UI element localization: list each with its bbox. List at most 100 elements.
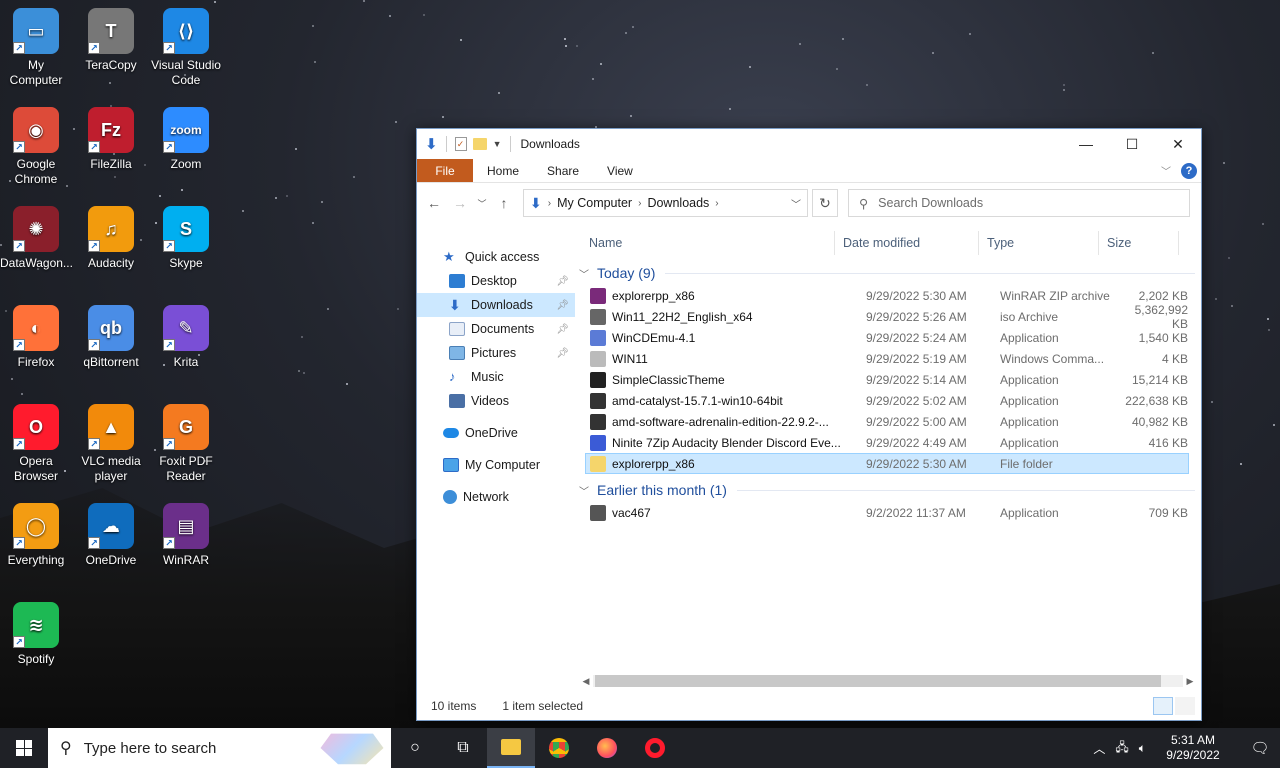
file-date: 9/29/2022 5:19 AM [866,351,967,366]
system-tray: ︿ 🖧︎ 🔈︎ 5:31 AM 9/29/2022 🗨︎ [1093,733,1280,763]
nav-videos[interactable]: Videos [417,389,575,413]
desktop-icon-onedrive[interactable]: ☁ ↗ OneDrive [75,503,147,568]
desktop-icon-everything[interactable]: ◯ ↗ Everything [0,503,72,568]
start-button[interactable] [0,728,48,768]
scroll-right-icon[interactable]: ▶ [1183,676,1197,687]
desktop-icon-chrome[interactable]: ◉ ↗ Google Chrome [0,107,72,187]
large-icons-view-icon[interactable] [1175,697,1195,715]
file-row[interactable]: explorerpp_x86 9/29/2022 5:30 AM WinRAR ZI… [585,285,1189,306]
properties-icon[interactable]: ✓ [454,137,467,151]
details-view-icon[interactable] [1153,697,1173,715]
search-input[interactable] [878,196,1159,210]
desktop-icon-foxit[interactable]: G ↗ Foxit PDF Reader [150,404,222,484]
forward-button[interactable]: → [449,195,471,211]
network-status-icon[interactable]: 🖧︎ [1115,738,1128,759]
desktop-icon-firefox[interactable]: ◐ ↗ Firefox [0,305,72,370]
cortana-icon[interactable]: ○ [391,728,439,768]
column-type[interactable]: Type [979,231,1099,255]
taskbar-search-box[interactable]: ⚲ Type here to search [48,728,391,768]
nav-network[interactable]: Network [417,485,575,509]
desktop-icon-opera[interactable]: O ↗ Opera Browser [0,404,72,484]
minimize-button[interactable]: — [1063,129,1109,159]
taskbar-opera-icon[interactable] [631,728,679,768]
file-row[interactable]: Ninite 7Zip Audacity Blender Discord Eve… [585,432,1189,453]
tab-view[interactable]: View [593,159,647,182]
file-row[interactable]: explorerpp_x86 9/29/2022 5:30 AM File fold… [585,453,1189,474]
taskbar-chrome-icon[interactable] [535,728,583,768]
notification-icon[interactable]: 🗨︎ [1240,739,1280,757]
file-row[interactable]: SimpleClassicTheme 9/29/2022 5:14 AM Appli… [585,369,1189,390]
maximize-button[interactable]: ☐ [1109,129,1155,159]
group-header-today[interactable]: ﹀ Today (9) [575,261,1201,285]
volume-icon[interactable]: 🔈︎ [1139,741,1146,756]
column-size[interactable]: Size [1099,231,1179,255]
nav-quick-access[interactable]: ★ Quick access [417,245,575,269]
refresh-button[interactable]: ↻ [812,189,838,217]
horizontal-scrollbar[interactable]: ◀ ▶ [579,674,1197,688]
desktop-icon-krita[interactable]: ✎ ↗ Krita [150,305,222,370]
file-row[interactable]: amd-catalyst-15.7.1-win10-64bit 9/29/2022… [585,390,1189,411]
group-header-earlier[interactable]: ﹀ Earlier this month (1) [575,478,1201,502]
desktop-icon-audacity[interactable]: ♫ ↗ Audacity [75,206,147,271]
close-button[interactable]: ✕ [1155,129,1201,159]
nav-my-computer[interactable]: My Computer [417,453,575,477]
desktop-icon-label: Everything [7,553,65,567]
file-row[interactable]: WinCDEmu-4.1 9/29/2022 5:24 AM Application… [585,327,1189,348]
desktop-icon-winrar[interactable]: ▤ ↗ WinRAR [150,503,222,568]
desktop-icon-vscode[interactable]: ⟨⟩ ↗ Visual Studio Code [150,8,222,88]
nav-onedrive[interactable]: OneDrive [417,421,575,445]
desktop-icon-label: FileZilla [90,157,132,171]
nav-desktop[interactable]: Desktop 📌︎ [417,269,575,293]
file-row[interactable]: WIN11 9/29/2022 5:19 AM Windows Comma... 4 … [585,348,1189,369]
desktop-icon-vlc[interactable]: ▲ ↗ VLC media player [75,404,147,484]
back-button[interactable]: ← [423,195,445,211]
nav-documents[interactable]: Documents 📌︎ [417,317,575,341]
desktop-icon-spotify[interactable]: ≋ ↗ Spotify [0,602,72,667]
nav-pictures[interactable]: Pictures 📌︎ [417,341,575,365]
help-icon[interactable]: ? [1181,163,1197,179]
tab-home[interactable]: Home [473,159,533,182]
new-folder-icon[interactable] [472,138,487,150]
desktop-icon [449,274,465,288]
tab-file[interactable]: File [417,159,473,182]
desktop-icon-qbittorrent[interactable]: qb ↗ qBittorrent [75,305,147,370]
desktop-icon-filezilla[interactable]: Fz ↗ FileZilla [75,107,147,172]
desktop-icon-label: My Computer [9,58,63,87]
expand-ribbon-icon[interactable]: ﹀ [1161,159,1181,182]
file-row[interactable]: Win11_22H2_English_x64 9/29/2022 5:26 AM i… [585,303,1189,331]
file-type: Application [1000,330,1059,345]
file-date: 9/2/2022 11:37 AM [866,505,966,520]
show-hidden-icons-icon[interactable]: ︿ [1093,740,1105,757]
breadcrumb-my-computer[interactable]: My Computer [557,196,632,210]
desktop-icon-monitor[interactable]: ▭ ↗ My Computer [0,8,72,88]
desktop-icon-skype[interactable]: S ↗ Skype [150,206,222,271]
file-row[interactable]: vac467 9/2/2022 11:37 AM Application 709 KB [585,502,1189,523]
desktop-icon-datawagon[interactable]: ✺ ↗ DataWagon... [0,206,73,271]
documents-icon [449,322,465,336]
datawagon-icon: ✺ ↗ [13,206,59,252]
scroll-left-icon[interactable]: ◀ [579,676,593,687]
recent-locations-button[interactable]: ﹀ [475,197,489,210]
desktop-icon-teracopy[interactable]: T ↗ TeraCopy [75,8,147,73]
winrar-icon: ▤ ↗ [163,503,209,549]
column-date-modified[interactable]: Date modified [835,231,979,255]
clock[interactable]: 5:31 AM 9/29/2022 [1156,733,1230,763]
task-view-icon[interactable]: ⧉ [439,728,487,768]
title-bar[interactable]: ⬇ ✓ ▼ Downloads — ☐ ✕ [417,129,1201,159]
taskbar-file-explorer-icon[interactable] [487,728,535,768]
taskbar-firefox-icon[interactable] [583,728,631,768]
shortcut-arrow-icon: ↗ [88,537,100,549]
column-name[interactable]: Name [575,231,835,255]
nav-downloads[interactable]: ⬇ Downloads 📌︎ [417,293,575,317]
tab-share[interactable]: Share [533,159,593,182]
scroll-thumb[interactable] [595,675,1162,687]
search-box[interactable]: ⚲ [848,189,1190,217]
breadcrumb-downloads[interactable]: Downloads [647,196,709,210]
up-button[interactable]: ↑ [493,195,515,211]
address-bar[interactable]: ⬇ › My Computer › Downloads › ﹀ [523,189,808,217]
file-row[interactable]: amd-software-adrenalin-edition-22.9.2-..… [585,411,1189,432]
desktop-icon-zoom[interactable]: zoom ↗ Zoom [150,107,222,172]
nav-music[interactable]: ♪ Music [417,365,575,389]
customize-toolbar-icon[interactable]: ▼ [493,139,502,149]
address-dropdown-icon[interactable]: ﹀ [785,196,807,211]
